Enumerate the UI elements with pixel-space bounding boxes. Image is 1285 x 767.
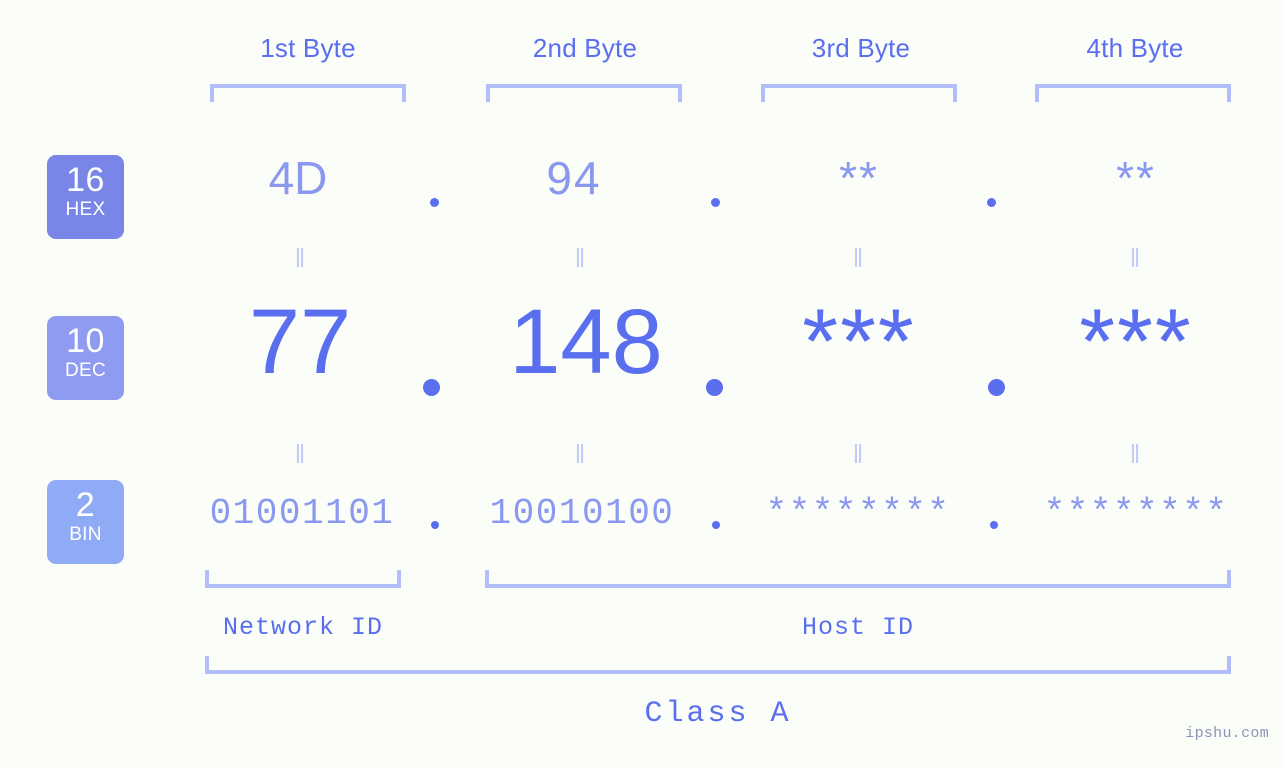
base-badge-bin-number: 2	[75, 486, 96, 524]
column-header-byte-4: 4th Byte	[1086, 33, 1184, 63]
hex-dot-separator-2	[711, 198, 720, 207]
dec-dot-separator-2	[706, 379, 723, 396]
bracket-network-id	[205, 570, 401, 588]
bin-value-byte-2: 10010100	[489, 493, 675, 534]
column-header-byte-2: 2nd Byte	[532, 33, 638, 63]
hex-dot-separator-1	[430, 198, 439, 207]
bracket-class	[205, 656, 1231, 674]
bin-dot-separator-1	[431, 521, 439, 529]
label-network-id: Network ID	[222, 613, 384, 642]
hex-dot-separator-3	[987, 198, 996, 207]
column-header-byte-3: 3rd Byte	[811, 33, 911, 63]
ip-address-breakdown-diagram: 1st Byte 2nd Byte 3rd Byte 4th Byte 16 H…	[0, 0, 1285, 767]
label-host-id: Host ID	[801, 613, 915, 642]
base-badge-dec: 10 DEC	[47, 316, 124, 400]
equals-mark-byte-2-dec-bin: ‖	[574, 439, 588, 469]
base-badge-dec-number: 10	[66, 322, 105, 360]
bin-dot-separator-3	[990, 521, 998, 529]
bracket-byte-1	[210, 84, 406, 102]
base-badge-dec-name: DEC	[64, 359, 106, 381]
equals-mark-byte-2-hex-dec: ‖	[574, 243, 588, 273]
hex-value-byte-4: **	[1116, 152, 1156, 204]
equals-mark-byte-3-hex-dec: ‖	[852, 243, 866, 273]
label-class: Class A	[644, 697, 792, 731]
bin-value-byte-1: 01001101	[209, 493, 395, 534]
column-header-byte-1: 1st Byte	[260, 33, 356, 63]
bracket-byte-3	[761, 84, 957, 102]
dec-value-byte-1: 77	[248, 291, 352, 393]
equals-mark-byte-3-dec-bin: ‖	[852, 439, 866, 469]
bin-dot-separator-2	[712, 521, 720, 529]
base-badge-bin: 2 BIN	[47, 480, 124, 564]
equals-mark-byte-4-hex-dec: ‖	[1129, 243, 1143, 273]
bracket-byte-4	[1035, 84, 1231, 102]
bracket-byte-2	[486, 84, 682, 102]
equals-mark-byte-4-dec-bin: ‖	[1129, 439, 1143, 469]
dec-value-byte-4: ***	[1079, 291, 1193, 393]
dec-value-byte-3: ***	[802, 291, 916, 393]
equals-mark-byte-1-dec-bin: ‖	[294, 439, 308, 469]
bin-value-byte-4: ********	[1043, 493, 1229, 534]
bracket-host-id	[485, 570, 1231, 588]
base-badge-hex-number: 16	[66, 161, 105, 199]
hex-value-byte-1: 4D	[268, 152, 328, 204]
hex-value-byte-3: **	[839, 152, 879, 204]
hex-value-byte-2: 94	[546, 152, 602, 204]
base-badge-hex: 16 HEX	[47, 155, 124, 239]
dec-dot-separator-3	[988, 379, 1005, 396]
watermark: ipshu.com	[1185, 725, 1269, 742]
dec-value-byte-2: 148	[509, 291, 663, 393]
base-badge-hex-name: HEX	[65, 198, 106, 220]
base-badge-bin-name: BIN	[69, 523, 102, 545]
bin-value-byte-3: ********	[765, 493, 951, 534]
dec-dot-separator-1	[423, 379, 440, 396]
equals-mark-byte-1-hex-dec: ‖	[294, 243, 308, 273]
